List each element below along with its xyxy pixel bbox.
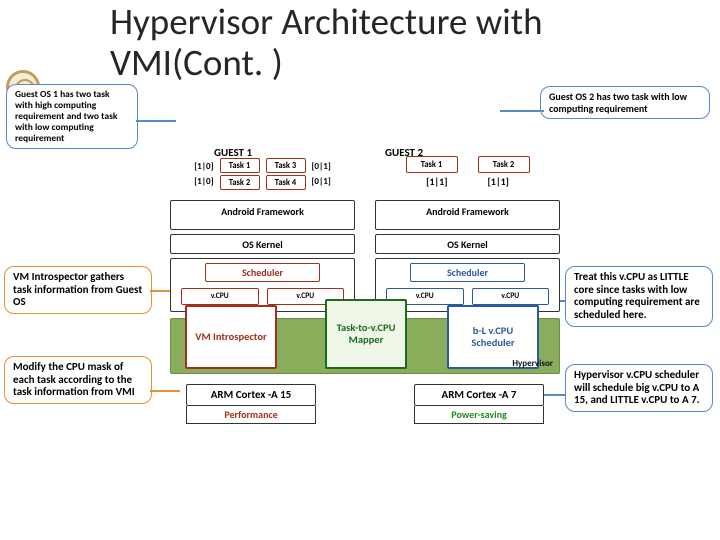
android-framework-layer: Android Framework: [375, 200, 560, 230]
hypervisor-label: Hypervisor: [512, 358, 553, 369]
core-a15-label: ARM Cortex -A 15: [186, 384, 316, 406]
callout-little-vcpu: Treat this v.CPU as LITTLE core since ta…: [565, 266, 713, 327]
title-line-1: Hypervisor Architecture with: [110, 0, 543, 44]
core-a7-label: ARM Cortex -A 7: [414, 384, 544, 406]
core-a7: ARM Cortex -A 7 Power-saving: [414, 384, 544, 424]
callout-vm-introspector: VM Introspector gathers task information…: [4, 266, 152, 314]
callout-guest-os1: Guest OS 1 has two task with high comput…: [6, 84, 138, 149]
callout-modify-mask: Modify the CPU mask of each task accordi…: [4, 356, 152, 404]
core-a15: ARM Cortex -A 15 Performance: [186, 384, 316, 424]
cores-row: ARM Cortex -A 15 Performance ARM Cortex …: [170, 384, 560, 424]
vm-introspector-box: VM Introspector: [185, 305, 277, 369]
guest-1-column: GUEST 1 [1|0] [1|0] Task 1 Task 2 Task 3…: [170, 148, 355, 312]
guest-1-task-col-left: Task 1 Task 2: [220, 158, 260, 190]
callout-tail: [136, 120, 176, 122]
task-box: Task 1: [406, 156, 458, 173]
guest-2-header: GUEST 2 Task 1 Task 2 [1|1] [1|1]: [375, 148, 560, 196]
task-box: Task 4: [266, 175, 306, 190]
os-kernel-layer: OS Kernel: [170, 234, 355, 254]
callout-tail: [500, 110, 544, 112]
task-to-vcpu-mapper-box: Task-to-v.CPU Mapper: [325, 299, 407, 369]
android-framework-layer: Android Framework: [170, 200, 355, 230]
mask: [0|1]: [312, 176, 331, 187]
core-a7-sublabel: Power-saving: [414, 406, 544, 424]
guest-1-tasks: [1|0] [1|0] Task 1 Task 2 Task 3 Task 4 …: [170, 158, 355, 190]
mask: [1|1]: [488, 175, 509, 188]
slide-title: Hypervisor Architecture with VMI(Cont. ): [110, 2, 543, 83]
vcpu-row: v.CPU v.CPU: [175, 288, 350, 305]
callout-hypervisor-scheduler: Hypervisor v.CPU scheduler will schedule…: [565, 364, 713, 412]
hypervisor-layer: VM Introspector Task-to-v.CPU Mapper b-L…: [170, 318, 560, 374]
os-kernel-layer: OS Kernel: [375, 234, 560, 254]
guest-1-header: GUEST 1 [1|0] [1|0] Task 1 Task 2 Task 3…: [170, 148, 355, 196]
mask: [1|0]: [194, 161, 213, 172]
guest-1-task-col-right: Task 3 Task 4: [266, 158, 306, 190]
guest-1-masks-left: [1|0] [1|0]: [194, 158, 213, 190]
guests-row: GUEST 1 [1|0] [1|0] Task 1 Task 2 Task 3…: [170, 148, 560, 312]
mask: [0|1]: [312, 161, 331, 172]
task-box: Task 1: [220, 158, 260, 173]
scheduler-label: Scheduler: [205, 263, 320, 282]
vcpu-box: v.CPU: [181, 288, 259, 305]
core-a15-sublabel: Performance: [186, 406, 316, 424]
callout-guest-os2: Guest OS 2 has two task with low computi…: [540, 86, 710, 119]
mask: [1|1]: [426, 175, 447, 188]
guest-1-masks-right: [0|1] [0|1]: [312, 158, 331, 190]
guest-2-column: GUEST 2 Task 1 Task 2 [1|1] [1|1] Androi…: [375, 148, 560, 312]
guest-2-tasks: Task 1 Task 2 [1|1] [1|1]: [375, 156, 560, 188]
task-box: Task 2: [220, 175, 260, 190]
task-box: Task 2: [478, 156, 530, 173]
mask: [1|0]: [194, 176, 213, 187]
vcpu-box: v.CPU: [472, 288, 550, 305]
scheduler-label: Scheduler: [410, 263, 525, 282]
architecture-diagram: GUEST 1 [1|0] [1|0] Task 1 Task 2 Task 3…: [170, 148, 560, 424]
title-line-2: VMI(Cont. ): [110, 40, 283, 85]
task-box: Task 3: [266, 158, 306, 173]
